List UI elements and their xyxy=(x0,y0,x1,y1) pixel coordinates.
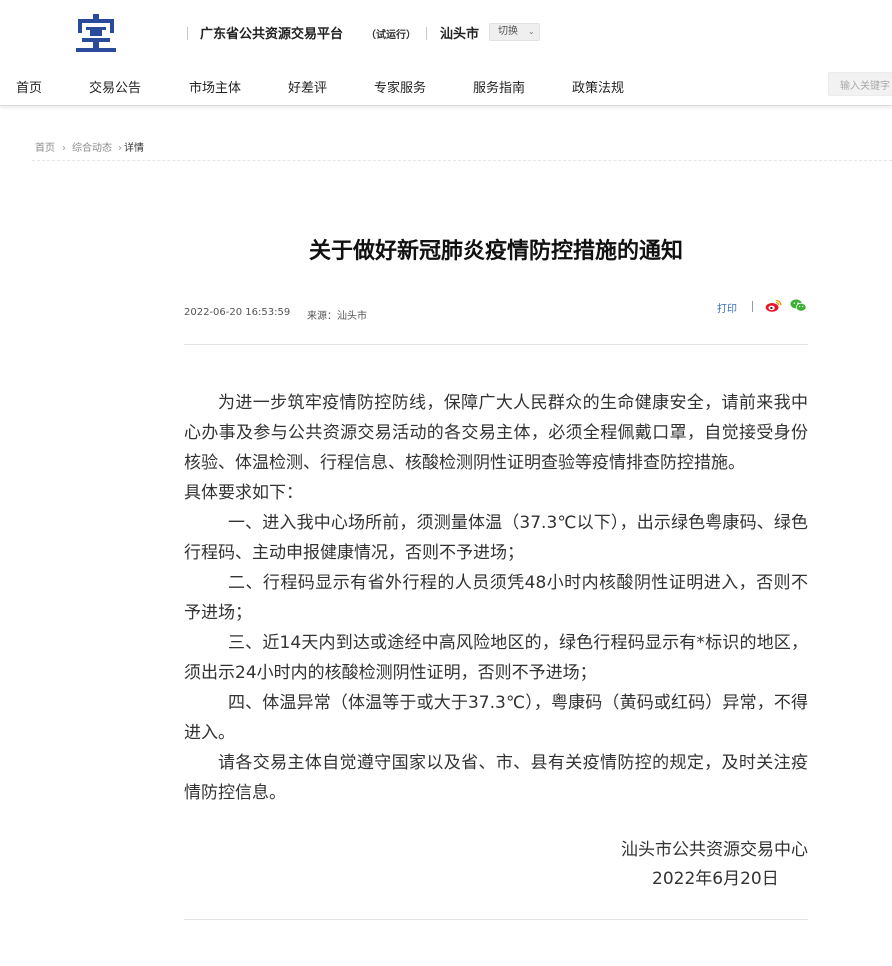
weibo-icon[interactable] xyxy=(765,298,782,313)
breadcrumb-section[interactable]: 综合动态 xyxy=(72,143,112,154)
breadcrumb: 首页 › 综合动态 › 详情 xyxy=(35,139,144,154)
article-title: 关于做好新冠肺炎疫情防控措施的通知 xyxy=(308,239,683,264)
article-divider xyxy=(184,344,808,345)
site-header: 广东省公共资源交易平台 （试运行） 汕头市 切换 ⌄ xyxy=(0,0,892,64)
city-switch-button[interactable]: 切换 ⌄ xyxy=(489,23,540,41)
chevron-right-icon: › xyxy=(118,143,122,154)
signature-organization: 汕头市公共资源交易中心 xyxy=(621,840,808,860)
main-nav: 首页 交易公告 市场主体 好差评 专家服务 服务指南 政策法规 输入关键字 xyxy=(0,64,892,106)
article-source: 来源：汕头市 xyxy=(307,311,367,322)
nav-item-policies[interactable]: 政策法规 xyxy=(572,77,624,96)
article-paragraph: 四、体温异常（体温等于或大于37.3℃），粤康码（黄码或红码）异常，不得进入。 xyxy=(184,693,808,743)
nav-item-service-guide[interactable]: 服务指南 xyxy=(473,77,525,96)
chevron-down-icon: ⌄ xyxy=(528,27,535,36)
current-city: 汕头市 xyxy=(440,27,480,42)
search-input[interactable]: 输入关键字 xyxy=(828,72,892,96)
breadcrumb-current: 详情 xyxy=(124,143,144,154)
article-paragraph: 为进一步筑牢疫情防控防线，保障广大人民群众的生命健康安全，请前来我中心办事及参与… xyxy=(184,393,808,473)
header-divider xyxy=(426,27,427,40)
article-body: 为进一步筑牢疫情防控防线，保障广大人民群众的生命健康安全，请前来我中心办事及参与… xyxy=(184,388,808,808)
nav-item-ratings[interactable]: 好差评 xyxy=(288,77,327,96)
site-logo[interactable] xyxy=(74,14,118,56)
article-bottom-divider xyxy=(184,919,808,920)
publish-date: 2022-06-20 16:53:59 xyxy=(184,307,291,318)
nav-item-announcements[interactable]: 交易公告 xyxy=(89,77,141,96)
breadcrumb-divider xyxy=(32,160,892,161)
print-button[interactable]: 打印 xyxy=(717,300,737,315)
nav-item-home[interactable]: 首页 xyxy=(16,77,42,96)
article-paragraph: 二、行程码显示有省外行程的人员须凭48小时内核酸阴性证明进入，否则不予进场； xyxy=(184,573,808,623)
platform-status-label: （试运行） xyxy=(366,30,416,41)
nav-item-market-entities[interactable]: 市场主体 xyxy=(189,77,241,96)
nav-item-expert-service[interactable]: 专家服务 xyxy=(374,77,426,96)
article-paragraph: 具体要求如下： xyxy=(184,483,303,503)
wechat-icon[interactable] xyxy=(790,298,807,313)
chevron-right-icon: › xyxy=(62,143,66,154)
meta-divider xyxy=(752,301,753,312)
platform-name[interactable]: 广东省公共资源交易平台 xyxy=(200,23,343,42)
header-divider xyxy=(187,27,188,40)
article-paragraph: 一、进入我中心场所前，须测量体温（37.3℃以下），出示绿色粤康码、绿色行程码、… xyxy=(184,513,808,563)
signature-date: 2022年6月20日 xyxy=(652,869,779,889)
article-paragraph: 三、近14天内到达或途经中高风险地区的，绿色行程码显示有*标识的地区，须出示24… xyxy=(184,633,808,683)
article-paragraph: 请各交易主体自觉遵守国家以及省、市、县有关疫情防控的规定，及时关注疫情防控信息。 xyxy=(184,753,808,803)
breadcrumb-home[interactable]: 首页 xyxy=(35,143,55,154)
city-switch-label: 切换 xyxy=(498,26,518,37)
article-signature: 汕头市公共资源交易中心 2022年6月20日 xyxy=(184,836,808,889)
